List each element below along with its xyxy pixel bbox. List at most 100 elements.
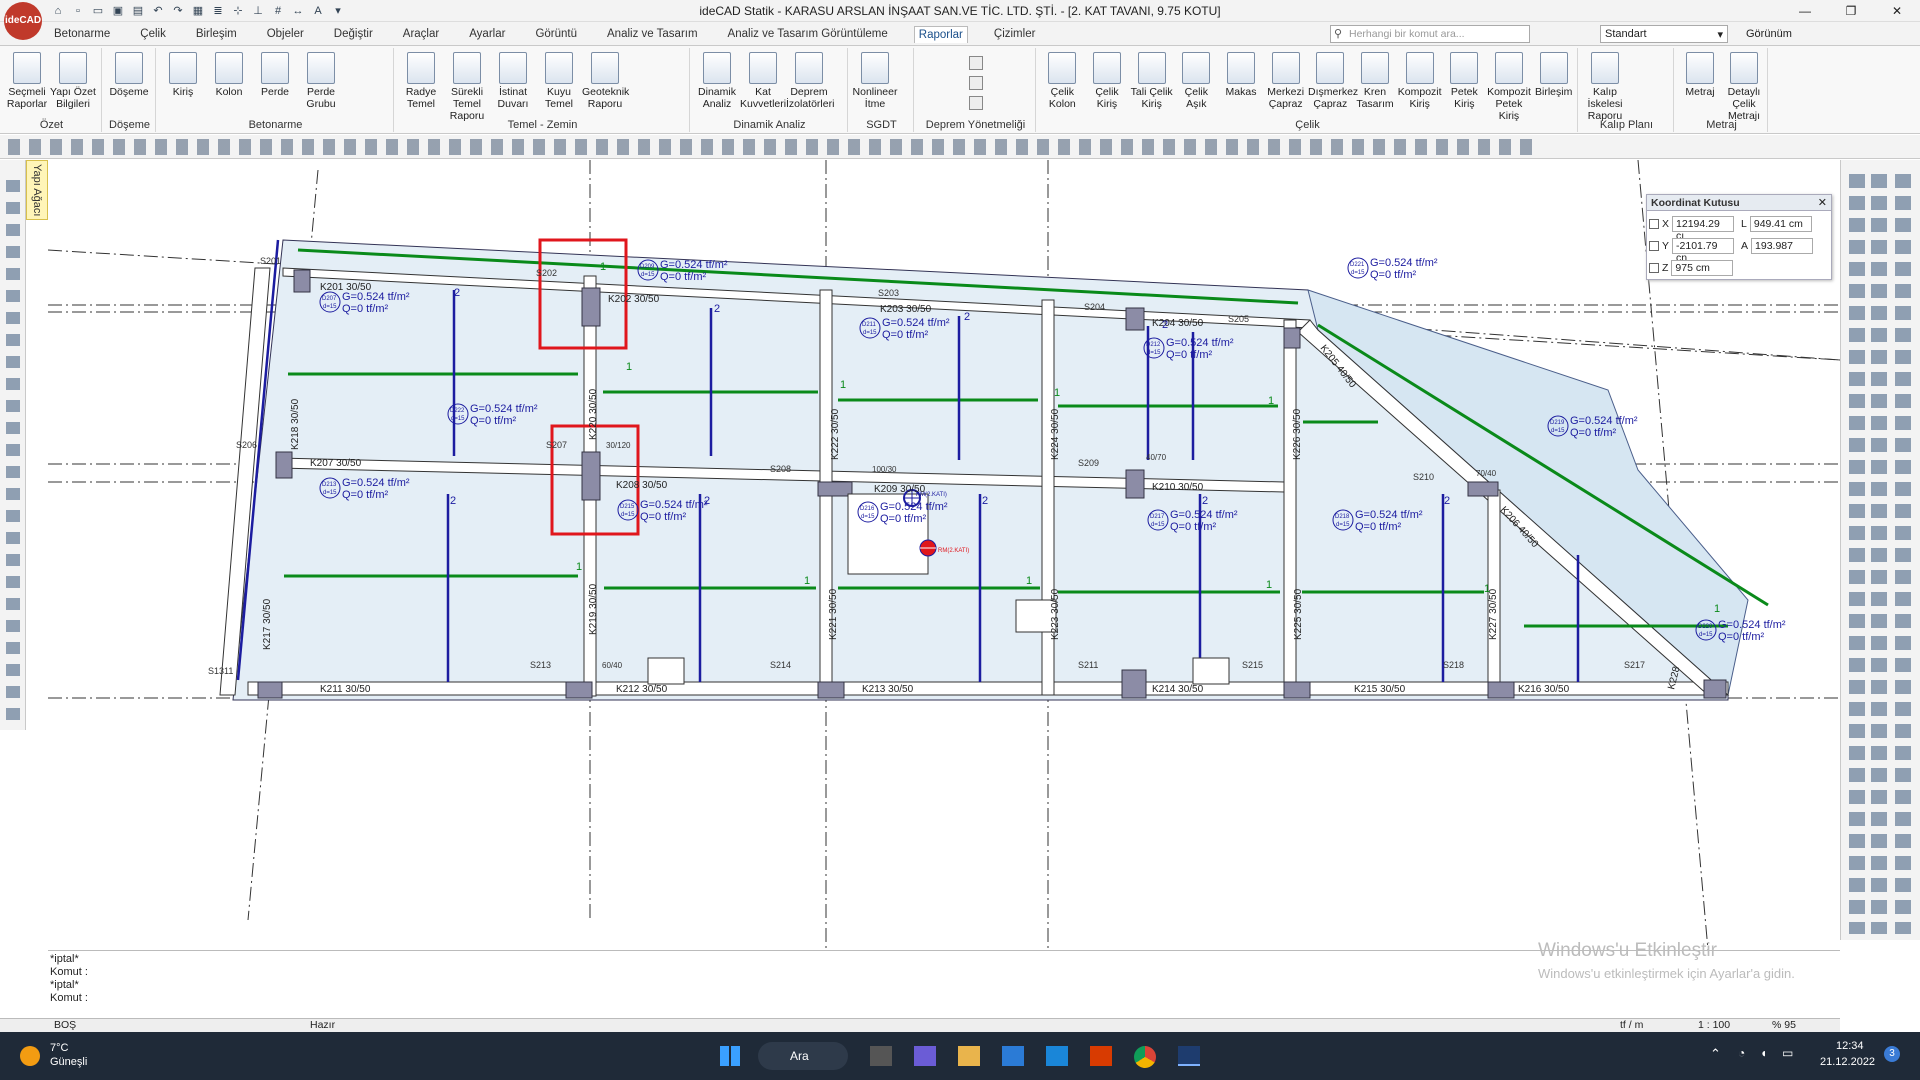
drawing-canvas[interactable]: K201 30/50 K202 30/50 K203 30/50 K204 30/50… xyxy=(48,160,1840,950)
ribbon-button-7-7[interactable]: Kren Tasarım xyxy=(1353,52,1398,110)
ribbon-button-2-3[interactable]: Perde Grubu xyxy=(298,52,344,110)
notification-badge[interactable]: 3 xyxy=(1884,1046,1900,1062)
tab-9[interactable]: Analiz ve Tasarım Görüntüleme xyxy=(724,26,892,43)
lock-y-checkbox[interactable] xyxy=(1649,241,1659,251)
windows-start-icon[interactable] xyxy=(720,1046,740,1066)
view-menu[interactable]: Görünüm xyxy=(1746,28,1792,40)
save-icon[interactable]: ▣ xyxy=(110,3,126,19)
status-unit[interactable]: tf / m xyxy=(1620,1019,1643,1032)
tab-10[interactable]: Raporlar xyxy=(913,26,968,43)
earthquake-tool-icon[interactable] xyxy=(969,56,983,70)
store-icon[interactable] xyxy=(1002,1046,1024,1066)
close-button[interactable]: ✕ xyxy=(1874,0,1920,22)
tab-1[interactable]: Çelik xyxy=(136,26,170,43)
teams-icon[interactable] xyxy=(914,1046,936,1066)
ribbon-button-3-0[interactable]: Radye Temel xyxy=(398,52,444,110)
taskbar-search[interactable]: Ara xyxy=(758,1042,848,1070)
idecad-taskbar-icon[interactable] xyxy=(1178,1046,1200,1066)
ribbon-button-7-0[interactable]: Çelik Kolon xyxy=(1040,52,1085,110)
l-value-field[interactable]: 949.41 cm xyxy=(1749,216,1812,232)
ribbon-button-9-0[interactable]: Metraj xyxy=(1678,52,1722,98)
ribbon-button-2-1[interactable]: Kolon xyxy=(206,52,252,98)
status-zoom[interactable]: % 95 xyxy=(1772,1019,1796,1032)
ribbon-button-4-0[interactable]: Dinamik Analiz xyxy=(694,52,740,110)
ribbon-button-3-1[interactable]: Sürekli Temel Raporu xyxy=(444,52,490,122)
tab-7[interactable]: Görüntü xyxy=(531,26,581,43)
lock-z-checkbox[interactable] xyxy=(1649,263,1659,273)
ribbon-button-3-4[interactable]: Geoteknik Raporu xyxy=(582,52,629,110)
print-icon[interactable]: ▦ xyxy=(190,3,206,19)
dropdown-icon[interactable]: ▾ xyxy=(330,3,346,19)
clock-date[interactable]: 21.12.2022 xyxy=(1820,1056,1875,1068)
ribbon-button-2-2[interactable]: Perde xyxy=(252,52,298,98)
ribbon-button-7-2[interactable]: Tali Çelik Kiriş xyxy=(1129,52,1174,110)
right-tools-icon-strip-2[interactable] xyxy=(1871,174,1887,934)
status-scale[interactable]: 1 : 100 xyxy=(1698,1019,1730,1032)
structure-tree-tab[interactable]: Yapı Ağacı xyxy=(26,160,48,220)
snap-icon[interactable]: ⊹ xyxy=(230,3,246,19)
text-style-icon[interactable]: A xyxy=(310,3,326,19)
tab-11[interactable]: Çizimler xyxy=(990,26,1040,43)
tab-6[interactable]: Ayarlar xyxy=(465,26,509,43)
maximize-button[interactable]: ❐ xyxy=(1828,0,1874,22)
home-icon[interactable]: ⌂ xyxy=(50,3,66,19)
ribbon-button-7-9[interactable]: Petek Kiriş xyxy=(1442,52,1487,110)
y-value-field[interactable]: -2101.79 cn xyxy=(1672,238,1735,264)
volume-icon[interactable]: ◖ xyxy=(1760,1046,1767,1060)
tab-4[interactable]: Değiştir xyxy=(330,26,377,43)
command-history[interactable]: *iptal* Komut : *iptal* Komut : xyxy=(48,950,1840,1018)
close-icon[interactable]: ✕ xyxy=(1818,196,1827,209)
ribbon-button-8-0[interactable]: Kalıp İskelesi Raporu xyxy=(1582,52,1628,122)
dimension-icon[interactable]: ↔ xyxy=(290,3,306,19)
clock-time[interactable]: 12:34 xyxy=(1836,1040,1864,1052)
minimize-button[interactable]: — xyxy=(1782,0,1828,22)
command-search-input[interactable]: ⚲ Herhangi bir komut ara... xyxy=(1330,25,1530,43)
task-view-icon[interactable] xyxy=(870,1046,892,1066)
right-tools-icon-strip-3[interactable] xyxy=(1895,174,1911,934)
ribbon-button-3-3[interactable]: Kuyu Temel xyxy=(536,52,582,110)
grid-icon[interactable]: # xyxy=(270,3,286,19)
earthquake-tool-icon[interactable] xyxy=(969,96,983,110)
ribbon-button-9-1[interactable]: Detaylı Çelik Metrajı xyxy=(1722,52,1766,122)
ribbon-button-7-1[interactable]: Çelik Kiriş xyxy=(1085,52,1130,110)
chrome-icon[interactable] xyxy=(1134,1046,1156,1068)
z-value-field[interactable]: 975 cm xyxy=(1671,260,1734,276)
tab-5[interactable]: Araçlar xyxy=(399,26,443,43)
open-folder-icon[interactable]: ▭ xyxy=(90,3,106,19)
a-value-field[interactable]: 193.987 xyxy=(1751,238,1814,254)
ribbon-button-4-2[interactable]: Deprem İzolatörleri xyxy=(786,52,834,110)
ribbon-button-7-6[interactable]: Dışmerkez Çapraz xyxy=(1308,52,1358,110)
ortho-icon[interactable]: ⊥ xyxy=(250,3,266,19)
tray-chevron-icon[interactable]: ⌃ xyxy=(1710,1046,1721,1062)
file-explorer-icon[interactable] xyxy=(958,1046,980,1066)
ribbon-button-0-0[interactable]: Seçmeli Raporlar xyxy=(4,52,50,110)
tab-3[interactable]: Objeler xyxy=(263,26,308,43)
mail-icon[interactable] xyxy=(1046,1046,1068,1066)
drawing-tools-icon-strip[interactable] xyxy=(8,139,1538,155)
style-select[interactable]: Standart ▾ xyxy=(1600,25,1728,43)
floor-plan-drawing[interactable]: K201 30/50K202 30/50K203 30/50K204 30/50… xyxy=(48,160,1840,950)
earthquake-tool-icon[interactable] xyxy=(969,76,983,90)
redo-icon[interactable]: ↷ xyxy=(170,3,186,19)
tab-8[interactable]: Analiz ve Tasarım xyxy=(603,26,702,43)
sun-icon[interactable] xyxy=(20,1046,40,1066)
app-logo[interactable]: ideCAD xyxy=(4,2,42,40)
right-tools-icon-strip-1[interactable] xyxy=(1849,174,1865,934)
battery-icon[interactable]: ▭ xyxy=(1782,1046,1793,1060)
ribbon-button-7-4[interactable]: Makas xyxy=(1219,52,1264,98)
save-as-icon[interactable]: ▤ xyxy=(130,3,146,19)
ribbon-button-7-3[interactable]: Çelik Aşık xyxy=(1174,52,1219,110)
tab-2[interactable]: Birleşim xyxy=(192,26,241,43)
ribbon-button-1-0[interactable]: Döşeme xyxy=(106,52,152,98)
layers-icon[interactable]: ≣ xyxy=(210,3,226,19)
ribbon-button-7-10[interactable]: Kompozit Petek Kiriş xyxy=(1487,52,1532,122)
ribbon-button-0-1[interactable]: Yapı Özet Bilgileri xyxy=(50,52,96,110)
ribbon-button-7-11[interactable]: Birleşim xyxy=(1531,52,1576,98)
left-tools-icon-strip[interactable] xyxy=(6,180,20,720)
x-value-field[interactable]: 12194.29 cı xyxy=(1672,216,1735,242)
ribbon-button-2-0[interactable]: Kiriş xyxy=(160,52,206,98)
ribbon-button-7-5[interactable]: Merkezi Çapraz xyxy=(1263,52,1308,110)
ribbon-button-5-0[interactable]: Nonlineer İtme xyxy=(852,52,898,110)
undo-icon[interactable]: ↶ xyxy=(150,3,166,19)
wifi-icon[interactable]: ◔ xyxy=(1738,1046,1745,1060)
